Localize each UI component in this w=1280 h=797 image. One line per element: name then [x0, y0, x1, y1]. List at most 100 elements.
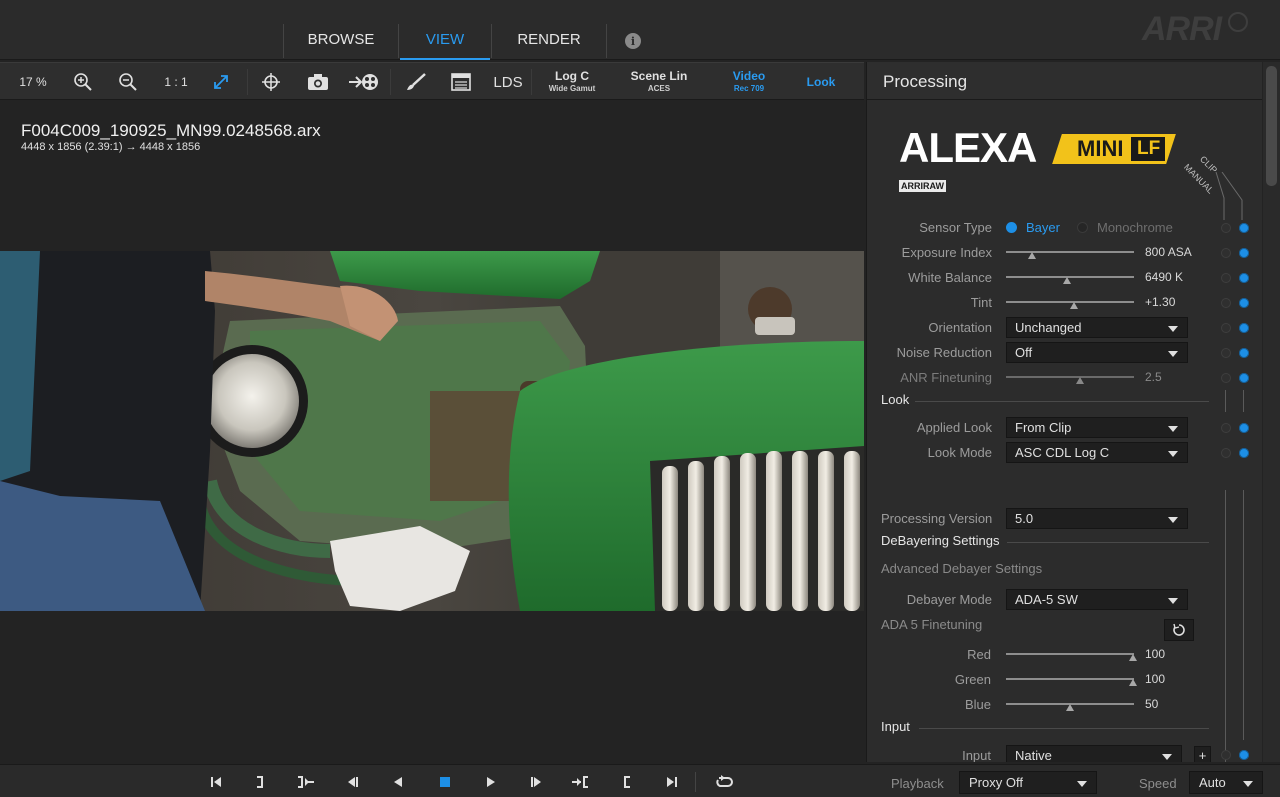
- noise-reduction-select[interactable]: Off: [1006, 342, 1188, 363]
- scrollbar-thumb[interactable]: [1266, 66, 1277, 186]
- noise-reduction-label: Noise Reduction: [896, 345, 992, 360]
- manual-indicator[interactable]: [1239, 248, 1249, 258]
- image-viewer[interactable]: F004C009_190925_MN99.0248568.arx 4448 x …: [0, 101, 864, 761]
- mark-out-bracket-icon[interactable]: [251, 773, 269, 791]
- clip-indicator[interactable]: [1221, 323, 1231, 333]
- slider-thumb[interactable]: [1027, 252, 1036, 259]
- camera-icon[interactable]: [304, 63, 332, 101]
- clip-indicator[interactable]: [1221, 248, 1231, 258]
- chevron-down-icon: [1168, 326, 1178, 332]
- tint-slider[interactable]: [1006, 296, 1134, 309]
- export-icon[interactable]: [346, 63, 380, 101]
- red-label: Red: [967, 647, 991, 662]
- sensor-monochrome-label[interactable]: Monochrome: [1097, 220, 1173, 235]
- blue-slider[interactable]: [1006, 698, 1134, 711]
- processing-version-label: Processing Version: [881, 511, 993, 526]
- viewer-toolbar: 17 % 1 : 1 LDS Log C Wide Gamut Scene Li…: [0, 62, 864, 100]
- manual-indicator[interactable]: [1239, 750, 1249, 760]
- panel-scrollbar[interactable]: [1263, 62, 1280, 762]
- crosshair-icon[interactable]: [258, 63, 284, 101]
- manual-indicator[interactable]: [1239, 448, 1249, 458]
- debayer-mode-select[interactable]: ADA-5 SW: [1006, 589, 1188, 610]
- info-icon[interactable]: i: [625, 33, 641, 49]
- column-guide: [1225, 390, 1226, 412]
- arri-logo: ARRI: [1142, 10, 1222, 48]
- play-reverse-icon[interactable]: [389, 773, 407, 791]
- anr-finetuning-label: ANR Finetuning: [900, 370, 992, 385]
- zoom-in-icon[interactable]: [70, 63, 96, 101]
- slider-thumb[interactable]: [1063, 277, 1072, 284]
- add-input-button[interactable]: +: [1194, 746, 1211, 762]
- loop-icon[interactable]: [715, 773, 733, 791]
- anr-finetuning-slider[interactable]: [1006, 371, 1134, 384]
- slider-thumb[interactable]: [1069, 302, 1078, 309]
- look-mode-select[interactable]: ASC CDL Log C: [1006, 442, 1188, 463]
- overlay-icon[interactable]: [448, 63, 474, 101]
- fit-icon[interactable]: [208, 63, 234, 101]
- video-frame[interactable]: [0, 251, 864, 611]
- colorspace-video-button[interactable]: Video Rec 709: [724, 69, 774, 93]
- previous-frame-icon[interactable]: [343, 773, 361, 791]
- model-lf: LF: [1137, 138, 1161, 159]
- tab-view[interactable]: VIEW: [400, 22, 490, 60]
- sensor-bayer-radio[interactable]: [1006, 222, 1017, 233]
- tab-browse[interactable]: BROWSE: [284, 22, 398, 60]
- manual-indicator[interactable]: [1239, 273, 1249, 283]
- speed-select[interactable]: Auto: [1189, 771, 1263, 794]
- manual-indicator[interactable]: [1239, 223, 1249, 233]
- white-balance-slider[interactable]: [1006, 271, 1134, 284]
- clip-indicator[interactable]: [1221, 223, 1231, 233]
- clip-indicator[interactable]: [1221, 348, 1231, 358]
- playback-select[interactable]: Proxy Off: [959, 771, 1097, 794]
- sensor-bayer-label[interactable]: Bayer: [1026, 220, 1060, 235]
- mark-in-bracket-icon[interactable]: [618, 773, 636, 791]
- tractor-frame-image: [0, 251, 864, 611]
- clip-indicator[interactable]: [1221, 373, 1231, 383]
- slider-thumb[interactable]: [1128, 679, 1137, 686]
- colorspace-logc-button[interactable]: Log C Wide Gamut: [540, 69, 604, 93]
- applied-look-label: Applied Look: [916, 420, 992, 435]
- clip-indicator[interactable]: [1221, 750, 1231, 760]
- zoom-one-to-one-button[interactable]: 1 : 1: [158, 63, 194, 101]
- manual-indicator[interactable]: [1239, 373, 1249, 383]
- clip-indicator[interactable]: [1221, 273, 1231, 283]
- green-slider[interactable]: [1006, 673, 1137, 686]
- clip-indicator[interactable]: [1221, 423, 1231, 433]
- look-toggle-button[interactable]: Look: [800, 75, 842, 89]
- sensor-monochrome-radio[interactable]: [1077, 222, 1088, 233]
- go-to-out-icon[interactable]: [571, 773, 589, 791]
- tab-render[interactable]: RENDER: [492, 22, 606, 60]
- go-to-end-icon[interactable]: [663, 773, 681, 791]
- manual-indicator[interactable]: [1239, 323, 1249, 333]
- manual-indicator[interactable]: [1239, 298, 1249, 308]
- panel-title: Processing: [883, 72, 968, 91]
- go-to-start-icon[interactable]: [207, 773, 225, 791]
- clip-indicator[interactable]: [1221, 448, 1231, 458]
- clip-indicator[interactable]: [1221, 298, 1231, 308]
- exposure-index-slider[interactable]: [1006, 246, 1134, 259]
- input-select[interactable]: Native: [1006, 745, 1182, 762]
- manual-indicator[interactable]: [1239, 348, 1249, 358]
- zoom-out-icon[interactable]: [115, 63, 141, 101]
- next-frame-icon[interactable]: [528, 773, 546, 791]
- red-slider[interactable]: [1006, 648, 1137, 661]
- select-value: Unchanged: [1015, 320, 1082, 335]
- zoom-level[interactable]: 17 %: [10, 63, 56, 101]
- slider-thumb[interactable]: [1066, 704, 1074, 711]
- go-to-in-icon[interactable]: [297, 773, 315, 791]
- brush-icon[interactable]: [402, 63, 430, 101]
- colorspace-scenelin-button[interactable]: Scene Lin ACES: [626, 69, 692, 93]
- chevron-down-icon: [1168, 451, 1178, 457]
- lds-button[interactable]: LDS: [490, 63, 526, 101]
- clip-dimensions: 4448 x 1856 (2.39:1) → 4448 x 1856: [21, 141, 201, 153]
- manual-indicator[interactable]: [1239, 423, 1249, 433]
- reset-button[interactable]: [1164, 619, 1194, 641]
- tab-separator: [606, 24, 607, 58]
- stop-icon[interactable]: [436, 773, 454, 791]
- processing-version-select[interactable]: 5.0: [1006, 508, 1188, 529]
- slider-thumb[interactable]: [1076, 377, 1085, 384]
- applied-look-select[interactable]: From Clip: [1006, 417, 1188, 438]
- orientation-select[interactable]: Unchanged: [1006, 317, 1188, 338]
- slider-thumb[interactable]: [1128, 654, 1137, 661]
- play-icon[interactable]: [482, 773, 500, 791]
